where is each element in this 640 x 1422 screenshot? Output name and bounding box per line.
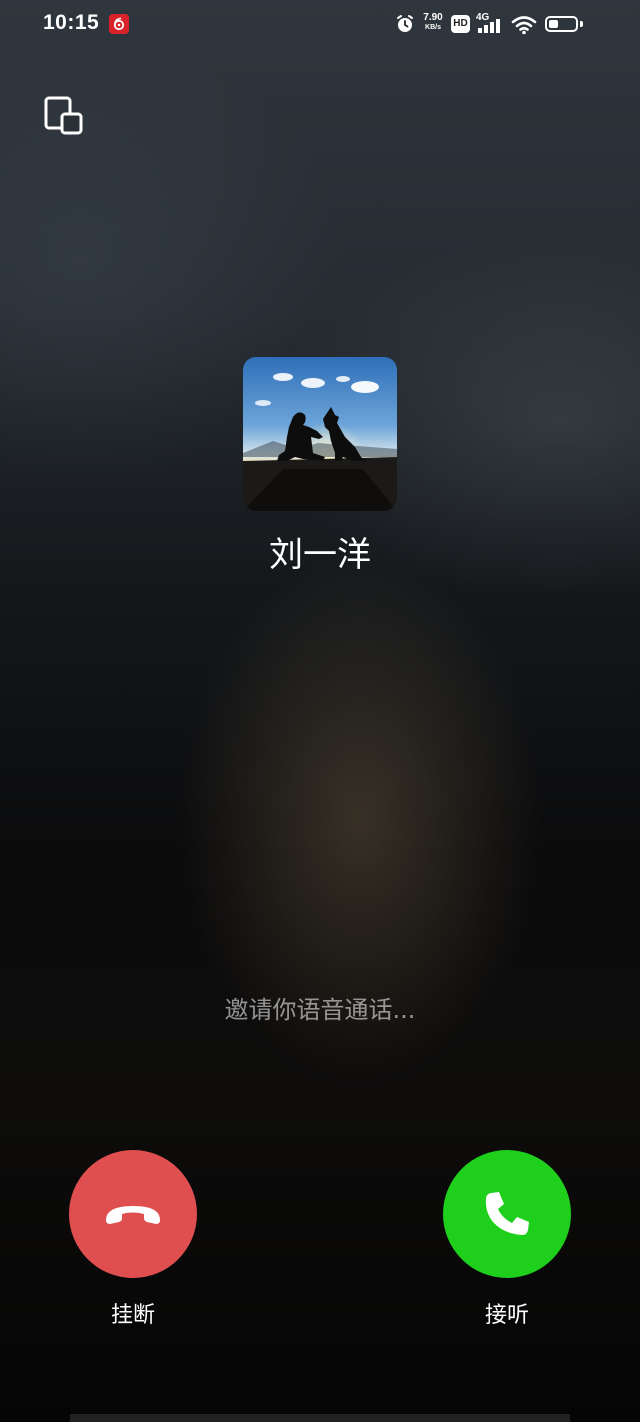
answer-label: 接听 bbox=[484, 1303, 529, 1328]
answer-button[interactable] bbox=[443, 1150, 571, 1278]
battery-icon bbox=[545, 16, 578, 32]
caller-avatar bbox=[243, 357, 397, 511]
battery-fill bbox=[549, 20, 558, 28]
network-speed-value: 7.90 bbox=[423, 12, 443, 23]
signal-icon bbox=[478, 19, 500, 33]
network-speed-unit: KB/s bbox=[425, 24, 441, 31]
floating-window-icon bbox=[44, 96, 83, 135]
call-status-text: 邀请你语音通话... bbox=[224, 996, 416, 1024]
netease-music-icon bbox=[109, 14, 129, 34]
hangup-label: 挂断 bbox=[110, 1303, 155, 1328]
answer-phone-icon bbox=[485, 1192, 529, 1235]
hangup-button[interactable] bbox=[69, 1150, 197, 1278]
home-indicator bbox=[70, 1414, 570, 1422]
minimize-window-button[interactable] bbox=[38, 90, 90, 142]
hd-icon: HD bbox=[451, 15, 470, 33]
wifi-icon bbox=[511, 16, 537, 35]
alarm-icon bbox=[397, 15, 413, 32]
caller-name: 刘一洋 bbox=[269, 535, 371, 575]
status-bar: 10:15 7.90 KB/s HD 4G bbox=[0, 0, 640, 50]
status-time: 10:15 bbox=[43, 11, 100, 34]
hangup-phone-icon bbox=[106, 1206, 160, 1224]
incoming-call-screen: 10:15 7.90 KB/s HD 4G 刘一洋 邀请你语音通话... 挂断 … bbox=[0, 0, 640, 1422]
battery-tip bbox=[580, 21, 583, 27]
network-speed: 7.90 KB/s bbox=[420, 13, 446, 32]
